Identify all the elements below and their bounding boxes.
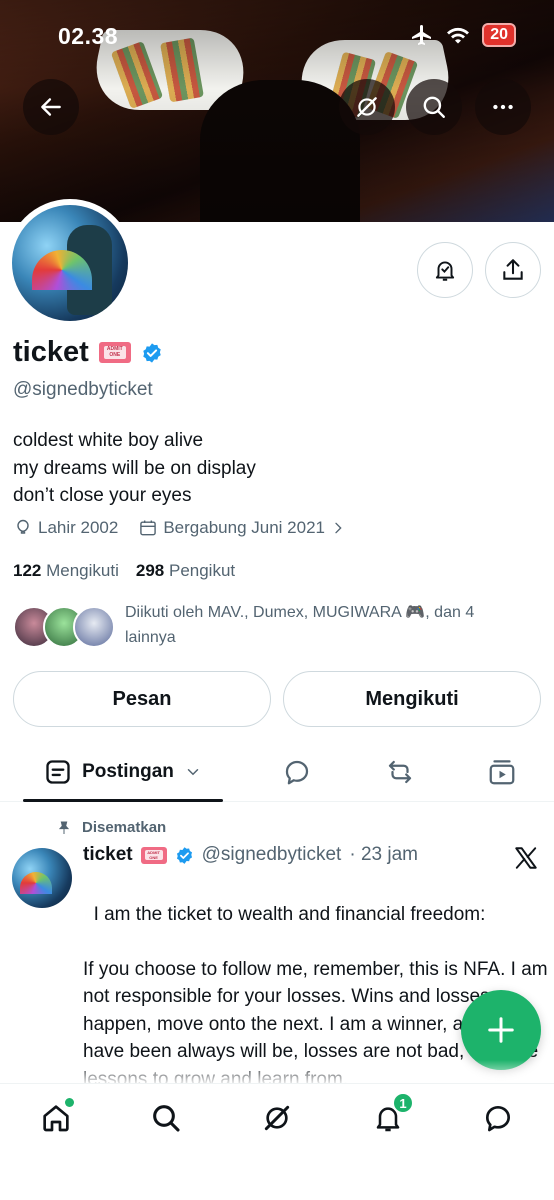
back-arrow-icon	[41, 98, 61, 116]
ticket-emoji-icon: ADMIT ONE	[140, 846, 167, 864]
followers-label: Pengikut	[168, 561, 236, 580]
search-icon	[423, 96, 445, 118]
tab-posts[interactable]: Postingan	[23, 742, 223, 802]
new-content-dot	[65, 1098, 74, 1107]
followed-by-avatars	[13, 606, 115, 652]
followers-count: 298	[135, 561, 165, 580]
birth-info: Lahir 2002	[13, 518, 118, 538]
followed-by[interactable]: Diikuti oleh MAV., Dumex, MUGIWARA 🎮, da…	[13, 600, 525, 652]
post-author-name[interactable]: ticket	[83, 844, 133, 866]
grok-icon	[357, 97, 377, 117]
share-icon	[503, 259, 523, 280]
pinned-label: Disematkan	[82, 819, 167, 836]
calendar-icon	[140, 520, 157, 536]
joined-info[interactable]: Bergabung Juni 2021	[138, 518, 346, 538]
tab-media[interactable]	[484, 754, 520, 790]
profile-meta: Lahir 2002 Bergabung Juni 2021	[13, 518, 346, 538]
nav-messages[interactable]	[478, 1098, 518, 1138]
avatar	[73, 606, 115, 648]
grok-icon	[264, 1105, 290, 1131]
more-button[interactable]	[475, 79, 531, 135]
plus-icon	[488, 1017, 514, 1043]
active-tab-indicator	[23, 799, 223, 802]
chevron-down-icon	[187, 769, 199, 776]
joined-text: Bergabung Juni 2021	[163, 518, 325, 537]
followed-by-text: Diikuti oleh MAV., Dumex, MUGIWARA 🎮, da…	[125, 604, 475, 646]
post-author-handle: @signedbyticket	[201, 844, 342, 865]
chevron-right-icon	[335, 522, 342, 534]
x-logo-icon	[515, 847, 537, 869]
bottom-nav: 1	[0, 1083, 554, 1200]
followers-link[interactable]: 298 Pengikut	[136, 561, 235, 581]
pin-icon	[58, 821, 70, 834]
post-author-avatar[interactable]	[12, 848, 72, 908]
messages-icon	[486, 1106, 510, 1132]
post-time: · 23 jam	[349, 844, 418, 865]
follow-counts: 122 Mengikuti 298 Pengikut	[13, 561, 235, 581]
bio-line: my dreams will be on display	[13, 457, 256, 479]
search-button[interactable]	[406, 79, 462, 135]
bio-line: coldest white boy alive	[13, 430, 204, 451]
notification-bell-icon	[435, 261, 455, 281]
profile-bio: coldest white boy alive my dreams will b…	[13, 427, 256, 510]
verified-badge-icon	[176, 846, 192, 864]
wifi-icon	[447, 27, 470, 44]
tab-posts-label: Postingan	[82, 761, 174, 782]
verified-badge-icon	[143, 342, 161, 363]
following-label: Mengikuti	[46, 561, 119, 580]
nav-search[interactable]	[146, 1098, 186, 1138]
post-header: ticket ADMIT ONE @signedbyticket · 23 jam	[83, 844, 418, 866]
following-link[interactable]: 122 Mengikuti	[13, 561, 119, 581]
balloon-icon	[17, 519, 29, 534]
profile-name-row: ticket ADMIT ONE	[13, 336, 163, 369]
avatar-art	[20, 872, 52, 894]
nav-home[interactable]	[36, 1098, 76, 1138]
birth-text: Lahir 2002	[38, 518, 119, 537]
following-count: 122	[13, 561, 42, 580]
tab-reposts[interactable]	[382, 754, 418, 790]
pinned-indicator: Disematkan	[56, 819, 166, 836]
notify-button[interactable]	[417, 242, 473, 298]
message-button[interactable]: Pesan	[13, 671, 271, 727]
ticket-emoji-icon: ADMIT ONE	[98, 342, 131, 363]
profile-handle: @signedbyticket	[13, 379, 153, 400]
nav-notifications[interactable]: 1	[368, 1092, 414, 1138]
battery-level: 20	[482, 23, 516, 47]
profile-avatar[interactable]	[6, 199, 134, 327]
notification-count-badge: 1	[392, 1092, 414, 1114]
back-button[interactable]	[23, 79, 79, 135]
search-icon	[153, 1105, 180, 1132]
grok-button[interactable]	[339, 79, 395, 135]
display-name: ticket	[13, 336, 89, 368]
nav-grok[interactable]	[257, 1098, 297, 1138]
reposts-icon	[388, 760, 412, 784]
posts-icon	[46, 760, 70, 784]
profile-tabs: Postingan	[0, 742, 554, 802]
following-button[interactable]: Mengikuti	[283, 671, 541, 727]
bio-line: don’t close your eyes	[13, 485, 192, 506]
replies-icon	[285, 760, 309, 785]
media-icon	[489, 760, 515, 785]
share-button[interactable]	[485, 242, 541, 298]
tab-replies[interactable]	[279, 754, 315, 790]
more-icon	[493, 104, 513, 110]
airplane-icon	[412, 25, 432, 45]
compose-button[interactable]	[461, 990, 541, 1070]
status-time: 02.38	[58, 23, 119, 49]
status-icons: 20	[410, 23, 516, 47]
